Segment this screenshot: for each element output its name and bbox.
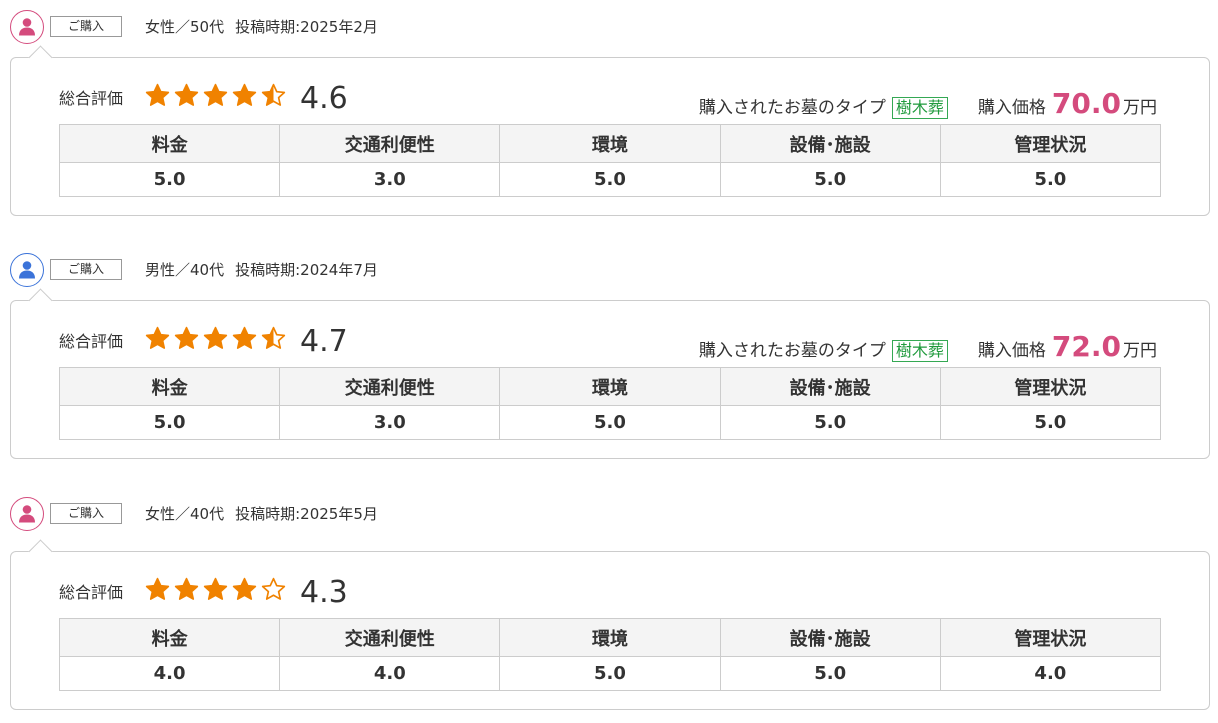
purchase-badge: ご購入 (50, 503, 122, 524)
category-environment: 環境 (499, 618, 721, 657)
purchase-badge: ご購入 (50, 16, 122, 37)
category-management: 管理状況 (939, 367, 1162, 406)
score-access: 4.0 (279, 656, 501, 691)
overall-score: 4.3 (300, 575, 348, 610)
price-value: 72.0 (1051, 330, 1121, 363)
posted-date: 投稿時期:2025年2月 (235, 18, 378, 36)
full-star-icon (232, 83, 257, 106)
category-fee: 料金 (58, 124, 281, 163)
full-star-icon (145, 577, 170, 600)
posted-date: 投稿時期:2024年7月 (235, 261, 378, 279)
overall-label: 総合評価 (59, 89, 124, 108)
score-value-row: 5.0 3.0 5.0 5.0 5.0 (58, 405, 1162, 440)
female-user-icon (19, 505, 35, 523)
full-star-icon (174, 83, 199, 106)
grave-type-tag: 樹木葬 (891, 340, 948, 362)
score-header-row: 料金 交通利便性 環境 設備･施設 管理状況 (58, 618, 1162, 657)
score-fee: 5.0 (58, 405, 281, 440)
star-rating (145, 326, 286, 351)
score-fee: 5.0 (58, 162, 281, 197)
category-fee: 料金 (58, 367, 281, 406)
avatar (10, 497, 44, 531)
category-management: 管理状況 (939, 124, 1162, 163)
full-star-icon (232, 326, 257, 349)
star-rating (145, 577, 286, 602)
overall-label: 総合評価 (59, 332, 124, 351)
score-access: 3.0 (279, 405, 501, 440)
category-access: 交通利便性 (279, 124, 501, 163)
overall-label: 総合評価 (59, 583, 124, 602)
score-header-row: 料金 交通利便性 環境 設備･施設 管理状況 (58, 367, 1162, 406)
full-star-icon (145, 83, 170, 106)
score-table: 料金 交通利便性 環境 設備･施設 管理状況 4.0 4.0 5.0 5.0 4… (58, 618, 1162, 691)
category-management: 管理状況 (939, 618, 1162, 657)
price-unit: 万円 (1123, 341, 1157, 361)
price-label: 購入価格 (977, 98, 1046, 118)
full-star-icon (174, 326, 199, 349)
score-table: 料金 交通利便性 環境 設備･施設 管理状況 5.0 3.0 5.0 5.0 5… (58, 124, 1162, 197)
star-rating (145, 83, 286, 108)
male-user-icon (19, 261, 35, 279)
purchase-badge: ご購入 (50, 259, 122, 280)
full-star-icon (174, 577, 199, 600)
grave-type-label: 購入されたお墓のタイプ (698, 98, 886, 118)
purchase-info: 購入されたお墓のタイプ 樹木葬 購入価格 72.0 万円 (699, 330, 1157, 363)
review-meta: 男性／40代 投稿時期:2024年7月 (145, 258, 378, 282)
score-environment: 5.0 (499, 656, 721, 691)
half-star-icon (261, 83, 286, 106)
price-unit: 万円 (1123, 98, 1157, 118)
score-environment: 5.0 (499, 405, 721, 440)
score-fee: 4.0 (58, 656, 281, 691)
category-facilities: 設備･施設 (719, 367, 941, 406)
full-star-icon (145, 326, 170, 349)
category-facilities: 設備･施設 (719, 124, 941, 163)
grave-type-label: 購入されたお墓のタイプ (698, 341, 886, 361)
review-card: 総合評価 4.3 料金 交通利便性 環境 設備･施設 管理状況 4.0 4.0 … (10, 539, 1210, 710)
price-value: 70.0 (1051, 87, 1121, 120)
score-table: 料金 交通利便性 環境 設備･施設 管理状況 5.0 3.0 5.0 5.0 5… (58, 367, 1162, 440)
posted-date: 投稿時期:2025年5月 (235, 505, 378, 523)
review-meta: 女性／40代 投稿時期:2025年5月 (145, 502, 378, 526)
demographic: 女性／40代 (145, 505, 225, 523)
review-meta: 女性／50代 投稿時期:2025年2月 (145, 15, 378, 39)
full-star-icon (203, 326, 228, 349)
score-value-row: 5.0 3.0 5.0 5.0 5.0 (58, 162, 1162, 197)
category-environment: 環境 (499, 367, 721, 406)
full-star-icon (203, 577, 228, 600)
avatar (10, 10, 44, 44)
price-label: 購入価格 (977, 341, 1046, 361)
score-management: 4.0 (939, 656, 1162, 691)
category-access: 交通利便性 (279, 367, 501, 406)
overall-score: 4.6 (300, 81, 348, 116)
score-value-row: 4.0 4.0 5.0 5.0 4.0 (58, 656, 1162, 691)
demographic: 女性／50代 (145, 18, 225, 36)
score-environment: 5.0 (499, 162, 721, 197)
female-user-icon (19, 18, 35, 36)
score-access: 3.0 (279, 162, 501, 197)
score-management: 5.0 (939, 162, 1162, 197)
review-card: 総合評価 4.7 購入されたお墓のタイプ 樹木葬 購入価格 72.0 万円 料金… (10, 288, 1210, 459)
score-facilities: 5.0 (719, 656, 941, 691)
overall-score: 4.7 (300, 324, 348, 359)
category-fee: 料金 (58, 618, 281, 657)
score-facilities: 5.0 (719, 405, 941, 440)
category-environment: 環境 (499, 124, 721, 163)
half-star-icon (261, 326, 286, 349)
score-facilities: 5.0 (719, 162, 941, 197)
empty-star-icon (261, 577, 286, 600)
category-access: 交通利便性 (279, 618, 501, 657)
review-card: 総合評価 4.6 購入されたお墓のタイプ 樹木葬 購入価格 70.0 万円 料金… (10, 45, 1210, 216)
full-star-icon (232, 577, 257, 600)
purchase-info: 購入されたお墓のタイプ 樹木葬 購入価格 70.0 万円 (699, 87, 1157, 120)
full-star-icon (203, 83, 228, 106)
demographic: 男性／40代 (145, 261, 225, 279)
grave-type-tag: 樹木葬 (891, 97, 948, 119)
avatar (10, 253, 44, 287)
category-facilities: 設備･施設 (719, 618, 941, 657)
score-header-row: 料金 交通利便性 環境 設備･施設 管理状況 (58, 124, 1162, 163)
score-management: 5.0 (939, 405, 1162, 440)
